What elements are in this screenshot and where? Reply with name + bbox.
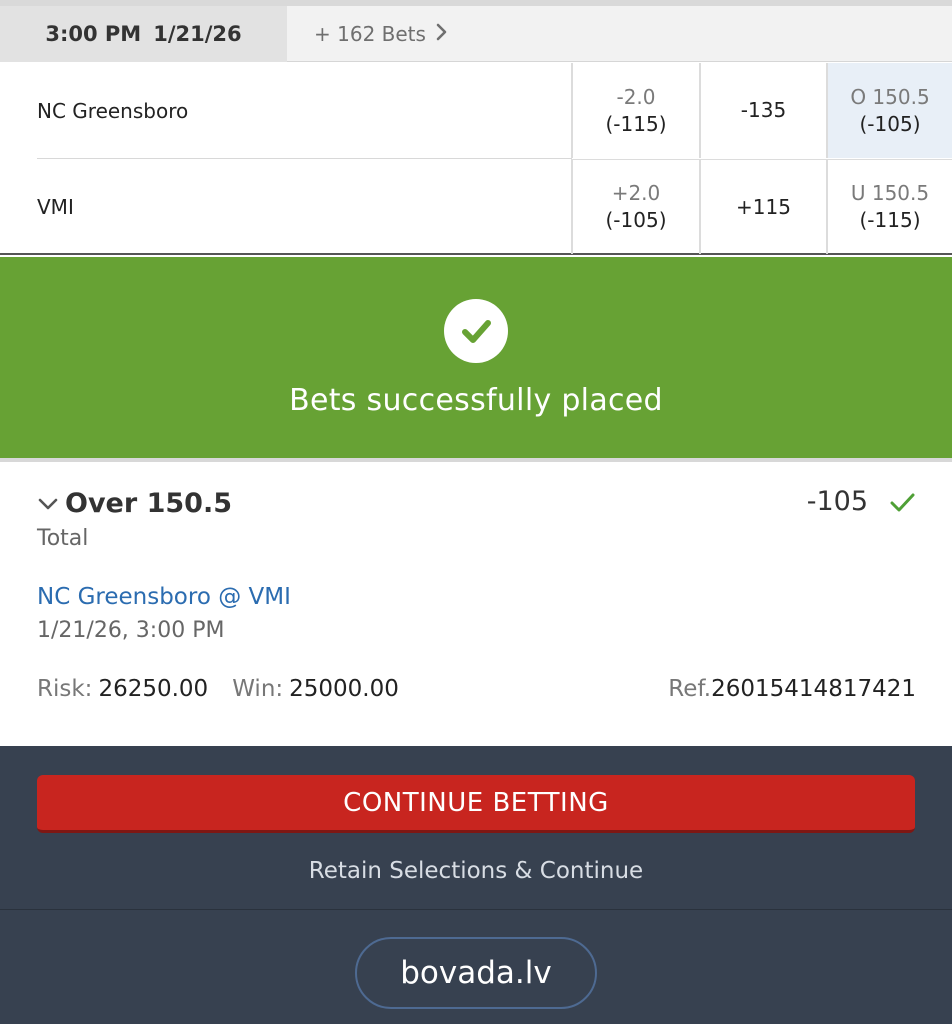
bet-amounts: Risk: 26250.00 Win: 25000.00 bbox=[37, 676, 399, 702]
odds-table: NC Greensboro -2.0 (-115) -135 O 150.5 (… bbox=[0, 63, 952, 255]
event-time: 3:00 PM bbox=[45, 22, 142, 46]
total-points: U 150.5 bbox=[850, 181, 930, 205]
risk-label: Risk: bbox=[37, 676, 93, 702]
game-datetime: 1/21/26, 3:00 PM bbox=[37, 618, 225, 643]
footer-divider bbox=[0, 909, 952, 910]
moneyline-odds-button[interactable]: +115 bbox=[699, 159, 826, 254]
continue-betting-button[interactable]: CONTINUE BETTING bbox=[37, 775, 915, 833]
checkmark-icon bbox=[890, 493, 915, 512]
win-value: 25000.00 bbox=[289, 676, 399, 702]
team-name: VMI bbox=[37, 194, 74, 219]
site-url-badge: bovada.lv bbox=[355, 937, 597, 1009]
total-odds-button[interactable]: U 150.5 (-115) bbox=[826, 159, 952, 254]
ref-value: 26015414817421 bbox=[711, 676, 916, 702]
event-datetime: 3:00 PM 1/21/26 bbox=[0, 6, 287, 62]
chevron-right-icon bbox=[436, 22, 448, 46]
bet-market: Total bbox=[37, 526, 89, 551]
spread-price: (-115) bbox=[605, 111, 667, 136]
event-date: 1/21/26 bbox=[153, 22, 242, 46]
success-banner: Bets successfully placed bbox=[0, 257, 952, 462]
win-label: Win: bbox=[232, 676, 284, 702]
footer-actions: CONTINUE BETTING Retain Selections & Con… bbox=[0, 746, 952, 1024]
total-price: (-115) bbox=[859, 208, 921, 232]
bet-odds: -105 bbox=[806, 486, 868, 517]
success-message: Bets successfully placed bbox=[289, 383, 663, 418]
bet-selection: Over 150.5 bbox=[65, 488, 232, 519]
bet-toggle[interactable]: Over 150.5 bbox=[37, 488, 232, 519]
total-odds-button-selected[interactable]: O 150.5 (-105) bbox=[826, 63, 952, 158]
spread-odds-button[interactable]: -2.0 (-115) bbox=[571, 63, 699, 158]
spread-odds-button[interactable]: +2.0 (-105) bbox=[571, 159, 699, 254]
more-bets-label: + 162 Bets bbox=[314, 22, 426, 46]
odds-row-away: VMI +2.0 (-105) +115 U 150.5 (-115) bbox=[0, 159, 952, 254]
total-price: (-105) bbox=[859, 111, 921, 136]
spread-points: +2.0 bbox=[611, 181, 661, 205]
chevron-down-icon bbox=[38, 498, 58, 509]
total-points: O 150.5 bbox=[850, 84, 930, 109]
spread-price: (-105) bbox=[605, 208, 667, 232]
check-circle-icon bbox=[444, 299, 508, 363]
moneyline-odds-button[interactable]: -135 bbox=[699, 63, 826, 158]
moneyline-price: +115 bbox=[736, 194, 791, 219]
matchup-link[interactable]: NC Greensboro @ VMI bbox=[37, 584, 291, 610]
ref-label: Ref. bbox=[668, 676, 712, 702]
spread-points: -2.0 bbox=[616, 84, 656, 109]
team-name: NC Greensboro bbox=[37, 98, 189, 123]
bet-receipt: Over 150.5 -105 Total NC Greensboro @ VM… bbox=[0, 466, 952, 746]
retain-selections-link[interactable]: Retain Selections & Continue bbox=[0, 858, 952, 884]
risk-value: 26250.00 bbox=[98, 676, 209, 702]
reference-number: Ref.26015414817421 bbox=[668, 676, 916, 702]
more-bets-link[interactable]: + 162 Bets bbox=[314, 6, 448, 62]
event-header: 3:00 PM 1/21/26 + 162 Bets bbox=[0, 6, 952, 62]
odds-row-home: NC Greensboro -2.0 (-115) -135 O 150.5 (… bbox=[0, 63, 952, 159]
moneyline-price: -135 bbox=[740, 98, 787, 122]
